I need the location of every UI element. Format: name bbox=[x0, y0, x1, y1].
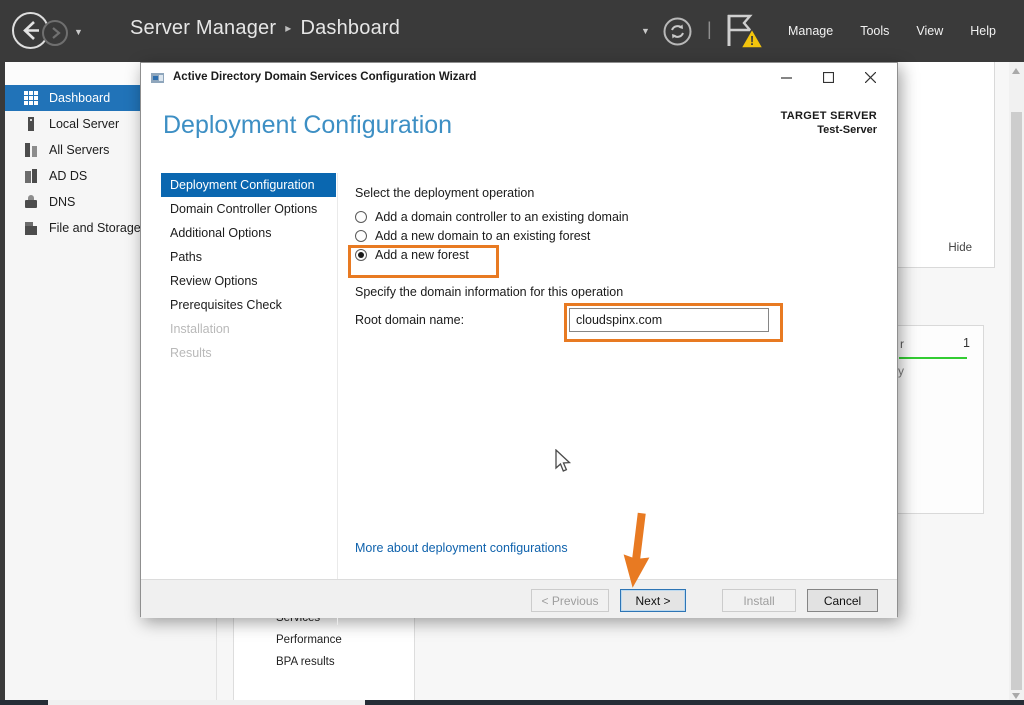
install-button: Install bbox=[722, 589, 796, 612]
cancel-button[interactable]: Cancel bbox=[807, 589, 878, 612]
dns-icon bbox=[24, 195, 38, 209]
server-dropdown-caret-icon[interactable]: ▼ bbox=[641, 26, 650, 36]
health-indicator-green bbox=[899, 357, 967, 359]
screen: ▼ Server Manager ▸ Dashboard ▼ | ! Manage T… bbox=[0, 0, 1024, 705]
wizard-nav-domain-controller-options[interactable]: Domain Controller Options bbox=[161, 197, 336, 221]
wizard-nav-deployment-configuration[interactable]: Deployment Configuration bbox=[161, 173, 336, 197]
scroll-down-icon[interactable] bbox=[1012, 693, 1020, 699]
radio-icon[interactable] bbox=[355, 211, 367, 223]
file-storage-icon bbox=[24, 221, 38, 235]
breadcrumb: Server Manager ▸ Dashboard bbox=[130, 17, 400, 40]
maximize-button[interactable] bbox=[807, 63, 849, 91]
wizard-app-icon bbox=[150, 70, 165, 85]
dashboard-icon bbox=[24, 91, 38, 105]
annotation-box-domain-input bbox=[564, 303, 783, 342]
window-bottom-edge bbox=[0, 700, 1024, 705]
nav-dropdown-caret-icon[interactable]: ▼ bbox=[74, 27, 83, 37]
sidebar-item-label: File and Storage bbox=[49, 221, 141, 235]
sidebar-item-label: DNS bbox=[49, 195, 75, 209]
sidebar-item-label: All Servers bbox=[49, 143, 109, 157]
topbar-menus: Manage Tools View Help bbox=[788, 0, 996, 62]
operation-label: Select the deployment operation bbox=[355, 186, 534, 200]
wizard-nav-prerequisites-check[interactable]: Prerequisites Check bbox=[161, 293, 336, 317]
annotation-box-new-forest bbox=[348, 245, 499, 278]
sidebar-item-label: AD DS bbox=[49, 169, 87, 183]
maximize-icon bbox=[823, 72, 834, 83]
roles-tile: r 1 y bbox=[890, 325, 984, 514]
page-title: Deployment Configuration bbox=[163, 111, 452, 140]
tile-text-fragment: y bbox=[898, 364, 904, 378]
scrollbar-thumb[interactable] bbox=[1011, 112, 1022, 690]
forward-button[interactable] bbox=[42, 20, 68, 46]
warning-triangle-icon: ! bbox=[741, 29, 763, 48]
wizard-window-title: Active Directory Domain Services Configu… bbox=[173, 71, 476, 83]
wizard-nav-review-options[interactable]: Review Options bbox=[161, 269, 336, 293]
target-server-name: Test-Server bbox=[781, 123, 877, 137]
wizard-nav-separator bbox=[337, 173, 338, 625]
vertical-scrollbar[interactable] bbox=[1009, 62, 1024, 705]
domain-info-label: Specify the domain information for this … bbox=[355, 285, 623, 299]
radio-option-add-a-new-domain-to-an-existing-forest[interactable]: Add a new domain to an existing forest bbox=[355, 226, 629, 245]
wizard-nav: Deployment ConfigurationDomain Controlle… bbox=[161, 173, 336, 365]
adds-configuration-wizard: Active Directory Domain Services Configu… bbox=[140, 62, 898, 617]
menu-view[interactable]: View bbox=[916, 24, 943, 38]
forward-arrow-icon bbox=[44, 22, 66, 44]
target-server-label: TARGET SERVER bbox=[781, 109, 877, 123]
hide-link[interactable]: Hide bbox=[948, 242, 972, 254]
local-server-icon bbox=[24, 117, 38, 131]
svg-text:!: ! bbox=[750, 33, 754, 48]
ad-ds-icon bbox=[24, 169, 38, 183]
breadcrumb-separator-icon: ▸ bbox=[285, 21, 291, 35]
menu-help[interactable]: Help bbox=[970, 24, 996, 38]
toolbar-separator: | bbox=[707, 19, 712, 40]
list-item-performance[interactable]: Performance bbox=[234, 629, 414, 651]
refresh-icon[interactable] bbox=[663, 17, 692, 46]
more-about-link[interactable]: More about deployment configurations bbox=[355, 541, 568, 555]
radio-label: Add a domain controller to an existing d… bbox=[375, 210, 629, 224]
tile-count: 1 bbox=[963, 336, 970, 350]
previous-button: < Previous bbox=[531, 589, 609, 612]
radio-label: Add a new domain to an existing forest bbox=[375, 229, 590, 243]
close-icon bbox=[865, 72, 876, 83]
all-servers-icon bbox=[24, 143, 38, 157]
target-server-block: TARGET SERVER Test-Server bbox=[781, 109, 877, 137]
breadcrumb-root[interactable]: Server Manager bbox=[130, 17, 276, 39]
wizard-nav-additional-options[interactable]: Additional Options bbox=[161, 221, 336, 245]
sidebar-item-label: Local Server bbox=[49, 117, 119, 131]
wizard-nav-paths[interactable]: Paths bbox=[161, 245, 336, 269]
wizard-nav-results[interactable]: Results bbox=[161, 341, 336, 365]
wizard-footer: < Previous Next > Install Cancel bbox=[141, 579, 897, 618]
radio-option-add-a-domain-controller-to-an-existing-domain[interactable]: Add a domain controller to an existing d… bbox=[355, 207, 629, 226]
list-item-bpa-results[interactable]: BPA results bbox=[234, 651, 414, 673]
minimize-icon bbox=[781, 72, 792, 83]
scroll-up-icon[interactable] bbox=[1012, 68, 1020, 74]
menu-tools[interactable]: Tools bbox=[860, 24, 889, 38]
sidebar-item-label: Dashboard bbox=[49, 91, 110, 105]
notifications-flag-icon[interactable]: ! bbox=[722, 12, 768, 52]
radio-icon[interactable] bbox=[355, 230, 367, 242]
bottom-edge-light-segment bbox=[48, 700, 365, 705]
close-button[interactable] bbox=[849, 63, 891, 91]
mouse-cursor bbox=[554, 449, 574, 475]
wizard-titlebar[interactable]: Active Directory Domain Services Configu… bbox=[141, 63, 897, 91]
root-domain-label: Root domain name: bbox=[355, 313, 464, 327]
tile-text-fragment: r bbox=[900, 337, 904, 351]
breadcrumb-current: Dashboard bbox=[300, 17, 400, 39]
next-button[interactable]: Next > bbox=[620, 589, 686, 612]
wizard-nav-installation[interactable]: Installation bbox=[161, 317, 336, 341]
minimize-button[interactable] bbox=[765, 63, 807, 91]
menu-manage[interactable]: Manage bbox=[788, 24, 833, 38]
topbar: ▼ Server Manager ▸ Dashboard ▼ | ! Manage T… bbox=[0, 0, 1024, 62]
